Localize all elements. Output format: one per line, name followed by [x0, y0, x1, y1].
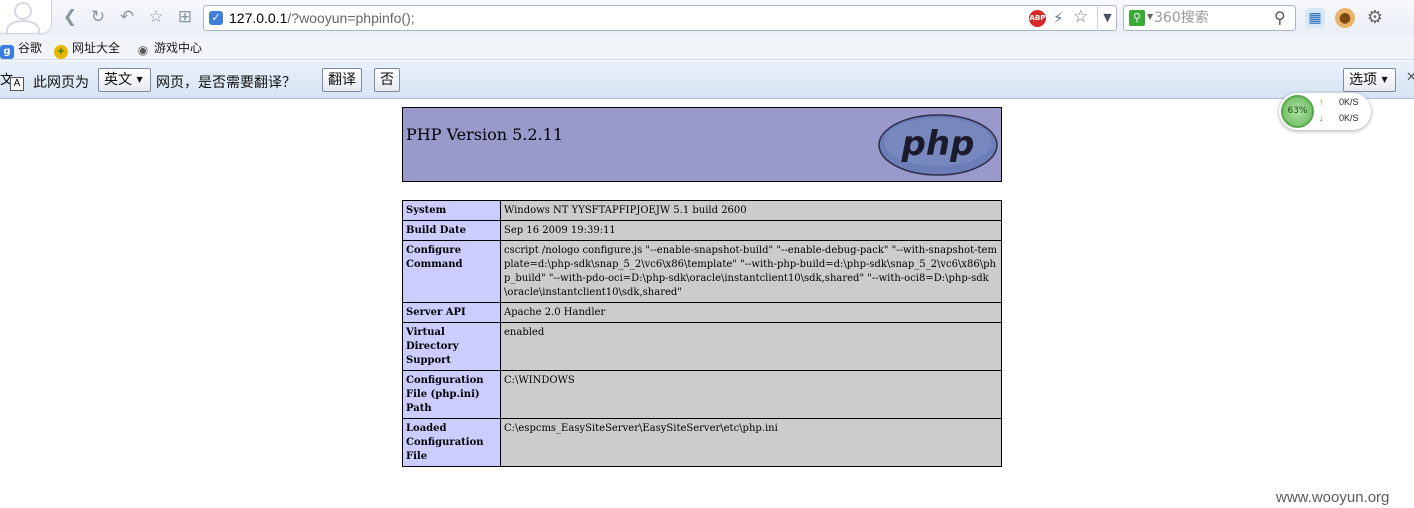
php-info-table: System Windows NT YYSFTAPFIPJOEJW 5.1 bu… [402, 200, 1002, 467]
options-button[interactable]: 选项 ▼ [1343, 68, 1396, 92]
apps-grid-icon[interactable]: ⊞ [175, 7, 195, 27]
row-value: cscript /nologo configure.js "--enable-s… [500, 240, 1002, 303]
php-logo-text: php [901, 124, 975, 164]
search-icon[interactable]: ⚲ [1274, 8, 1286, 27]
row-value: Sep 16 2009 19:39:11 [500, 220, 1002, 241]
close-icon[interactable]: ✕ [1406, 70, 1414, 85]
bookmark-wangzhi[interactable]: + 网址大全 [54, 39, 121, 59]
gamepad-icon: ◉ [137, 43, 149, 57]
user-avatar[interactable] [0, 0, 52, 34]
cookie-icon[interactable]: ● [1335, 8, 1355, 28]
row-label: System [402, 200, 501, 221]
url-host: 127.0.0.1 [229, 10, 288, 26]
memory-usage-badge[interactable]: 63% [1281, 95, 1314, 128]
back-icon[interactable]: ❮ [60, 7, 80, 27]
table-row: Server API Apache 2.0 Handler [402, 302, 1002, 323]
translate-bar: 文A 此网页为 英文 ▼ 网页，是否需要翻译？ 翻译 否 选项 ▼ ✕ [0, 61, 1414, 99]
upload-speed-value: 0K/S [1339, 97, 1359, 107]
bookmark-games[interactable]: ◉ 游戏中心 [136, 39, 202, 57]
row-label: Configuration File (php.ini) Path [402, 370, 501, 419]
avatar-shoulder-shape [6, 20, 40, 33]
translate-icon: 文A [0, 69, 26, 93]
arrow-up-icon: ↑ [1319, 97, 1324, 107]
table-row: Build Date Sep 16 2009 19:39:11 [402, 220, 1002, 241]
translate-button[interactable]: 翻译 [322, 68, 362, 92]
php-logo: php [878, 114, 998, 176]
bookmark-label: 谷歌 [18, 41, 43, 55]
bookmark-star-icon[interactable]: ☆ [1073, 7, 1088, 27]
arrow-down-icon: ↓ [1319, 113, 1324, 123]
bookmark-label: 网址大全 [72, 41, 121, 55]
language-select[interactable]: 英文 ▼ [98, 68, 151, 92]
bookmark-google[interactable]: g 谷歌 [0, 39, 43, 59]
search-input[interactable] [1154, 9, 1272, 27]
engine-caret-icon[interactable]: ▼ [1147, 12, 1153, 21]
download-speed-value: 0K/S [1339, 113, 1359, 123]
translate-question: 网页，是否需要翻译？ [156, 75, 296, 91]
chevron-down-icon[interactable]: ▼ [1097, 5, 1117, 31]
table-row: Virtual Directory Support enabled [402, 322, 1002, 371]
page-title: PHP Version 5.2.11 [406, 125, 564, 144]
wangzhi-icon: + [54, 45, 68, 59]
table-row: System Windows NT YYSFTAPFIPJOEJW 5.1 bu… [402, 200, 1002, 221]
bookmark-label: 游戏中心 [154, 41, 203, 55]
row-label: Configure Command [402, 240, 501, 303]
search-box[interactable]: ⚲ ▼ ⚲ [1123, 5, 1296, 31]
avatar-head-shape [14, 2, 32, 20]
url-path: /?wooyun=phpinfo(); [287, 10, 415, 26]
network-speed-widget[interactable]: 63% ↑ 0K/S ↓ 0K/S [1279, 93, 1371, 130]
chevron-down-icon: ▼ [136, 75, 143, 84]
favorite-icon[interactable]: ☆ [146, 7, 166, 27]
chevron-down-icon: ▼ [1381, 75, 1388, 84]
options-label: 选项 [1349, 72, 1377, 88]
screenshot-icon[interactable]: ▦ [1305, 8, 1325, 28]
row-value: C:\WINDOWS [500, 370, 1002, 419]
row-value: Windows NT YYSFTAPFIPJOEJW 5.1 build 260… [500, 200, 1002, 221]
gear-icon[interactable]: ⚙ [1365, 8, 1385, 28]
download-speed: ↓ 0K/S [1319, 113, 1359, 123]
browser-toolbar: ❮ ↻ ↶ ☆ ⊞ ✓ 127.0.0.1/?wooyun=phpinfo();… [0, 0, 1414, 36]
bookmarks-bar: g 谷歌 + 网址大全 ◉ 游戏中心 [0, 36, 1414, 60]
address-text[interactable]: 127.0.0.1/?wooyun=phpinfo(); [229, 10, 415, 26]
undo-icon[interactable]: ↶ [117, 7, 137, 27]
adblock-icon[interactable]: ABP [1029, 10, 1046, 27]
google-icon: g [0, 45, 14, 59]
table-row: Configuration File (php.ini) Path C:\WIN… [402, 370, 1002, 419]
translate-prefix: 此网页为 [33, 75, 89, 91]
address-bar[interactable]: ✓ 127.0.0.1/?wooyun=phpinfo(); ABP ⚡︎ ☆ … [203, 5, 1117, 31]
table-row: Loaded Configuration File C:\espcms_Easy… [402, 418, 1002, 467]
row-label: Virtual Directory Support [402, 322, 501, 371]
language-value: 英文 [104, 72, 132, 88]
row-label: Server API [402, 302, 501, 323]
watermark: www.wooyun.org [1276, 489, 1390, 506]
row-value: Apache 2.0 Handler [500, 302, 1002, 323]
refresh-icon[interactable]: ↻ [88, 7, 108, 27]
row-label: Build Date [402, 220, 501, 241]
php-version-header: PHP Version 5.2.11 php [402, 107, 1002, 182]
lightning-icon[interactable]: ⚡︎ [1053, 9, 1064, 27]
table-row: Configure Command cscript /nologo config… [402, 240, 1002, 303]
upload-speed: ↑ 0K/S [1319, 97, 1359, 107]
no-button[interactable]: 否 [374, 68, 400, 92]
row-value: enabled [500, 322, 1002, 371]
row-value: C:\espcms_EasySiteServer\EasySiteServer\… [500, 418, 1002, 467]
site-shield-icon: ✓ [209, 11, 223, 25]
search-engine-icon[interactable]: ⚲ [1129, 10, 1145, 26]
row-label: Loaded Configuration File [402, 418, 501, 467]
